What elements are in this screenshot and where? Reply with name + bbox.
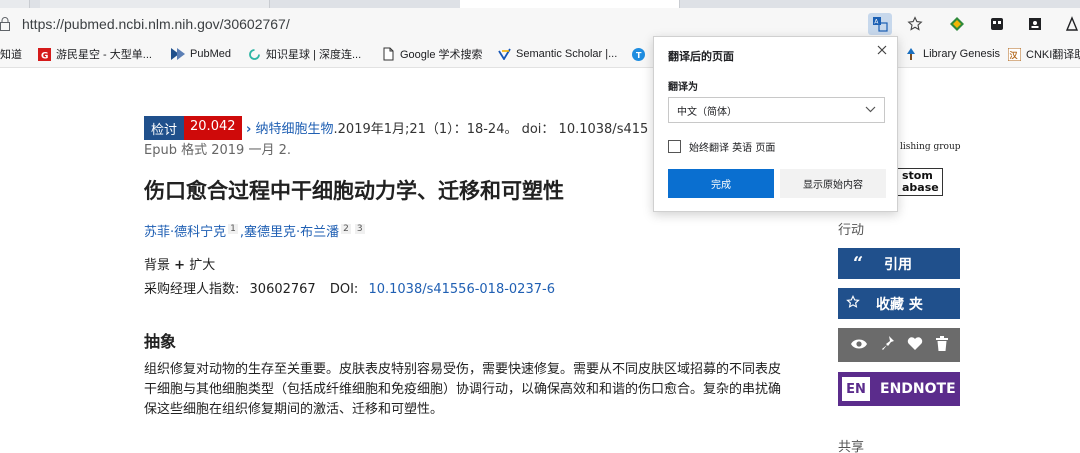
pmid-value: 30602767 xyxy=(249,282,316,297)
pubmed-icon xyxy=(171,47,185,61)
gamersky-icon: G xyxy=(37,47,51,61)
close-icon[interactable] xyxy=(875,42,889,56)
page-title: 伤口愈合过程中干细胞动力学、迁移和可塑性 xyxy=(144,178,564,203)
cnki-icon: 汉 xyxy=(1007,47,1021,61)
author-list: 苏菲·德科宁克 1 ,塞德里克·布兰潘 2 3 xyxy=(144,223,365,240)
eye-icon[interactable] xyxy=(850,336,868,355)
article-identifiers: 采购经理人指数: 30602767 DOI: 10.1038/s41556-01… xyxy=(144,278,555,297)
share-heading: 共享 xyxy=(838,440,865,453)
quote-icon: “ xyxy=(852,253,864,274)
publisher-logo[interactable]: lishing group xyxy=(900,142,961,152)
actions-heading: 行动 xyxy=(838,223,865,238)
url-text[interactable]: https://pubmed.ncbi.nlm.nih.gov/30602767… xyxy=(22,16,290,32)
svg-text:汉: 汉 xyxy=(1009,50,1018,60)
bookmarks-bar: 知道 G 游民星空 - 大型单... PubMed 知识星球 | 深度连... … xyxy=(0,40,1080,68)
browser-tab[interactable] xyxy=(40,0,270,8)
pmid-label: 采购经理人指数: xyxy=(144,282,240,297)
bookmark-item[interactable]: 知道 xyxy=(0,45,22,63)
done-button[interactable]: 完成 xyxy=(668,169,774,198)
semantic-scholar-icon xyxy=(497,47,511,61)
doi-label: DOI: xyxy=(329,282,359,297)
address-bar: https://pubmed.ncbi.nlm.nih.gov/30602767… xyxy=(0,8,1080,40)
bookmark-label: 知识星球 | 深度连... xyxy=(266,49,362,61)
heart-icon[interactable] xyxy=(907,336,923,355)
plus-icon: + xyxy=(174,258,186,273)
bookmark-item[interactable]: Semantic Scholar |... xyxy=(497,45,617,63)
bookmark-icon: T xyxy=(631,47,645,61)
citation-details: .2019年1月;21（1）：18-24。 doi： 10.1038/s415 xyxy=(333,122,649,137)
journal-badge[interactable]: 检讨 20.042 xyxy=(144,116,242,140)
popup-title: 翻译后的页面 xyxy=(668,50,734,63)
bookmark-label: CNKI翻译助 xyxy=(1026,49,1080,61)
cite-button[interactable]: “ 引用 xyxy=(838,248,960,279)
abstract-text: 组织修复对动物的生存至关重要。皮肤表皮特别容易受伤，需要快速修复。需要从不同皮肤… xyxy=(144,362,782,417)
star-icon[interactable] xyxy=(903,13,927,35)
show-original-button[interactable]: 显示原始内容 xyxy=(780,169,886,198)
affiliation-sup[interactable]: 2 xyxy=(341,223,351,234)
browser-tab[interactable] xyxy=(0,0,30,8)
collections-icon[interactable] xyxy=(985,13,1009,35)
bookmark-item[interactable]: PubMed xyxy=(171,45,231,63)
endnote-label: ENDNOTE xyxy=(880,381,956,397)
translate-icon[interactable]: A xyxy=(868,13,892,35)
bookmark-label: Semantic Scholar |... xyxy=(516,48,618,60)
extension-icon[interactable] xyxy=(945,13,969,35)
bookmark-label: PubMed xyxy=(190,48,231,60)
browser-tab-active[interactable] xyxy=(460,0,680,8)
always-translate-checkbox[interactable] xyxy=(668,140,681,153)
expand-text: 扩大 xyxy=(189,258,216,273)
trash-icon[interactable] xyxy=(935,335,948,355)
pin-icon[interactable] xyxy=(881,335,895,355)
profile-icon[interactable] xyxy=(1023,13,1047,35)
tools-bar xyxy=(838,328,960,362)
endnote-button[interactable]: EN ENDNOTE xyxy=(838,372,960,406)
citation-line: › 纳特细胞生物.2019年1月;21（1）：18-24。 doi： 10.10… xyxy=(246,118,648,137)
language-select[interactable]: 中文（简体） xyxy=(668,97,885,123)
bookmark-item[interactable]: 汉 CNKI翻译助 xyxy=(1007,45,1080,63)
expand-label: 背景 xyxy=(144,258,171,273)
chevron-right-icon[interactable]: › xyxy=(246,122,251,137)
translate-popup: 翻译后的页面 翻译为 中文（简体） 始终翻译 英语 页面 完成 显示原始内容 xyxy=(653,36,898,212)
doi-link[interactable]: 10.1038/s41556-018-0237-6 xyxy=(368,282,555,297)
abstract-heading: 抽象 xyxy=(144,332,177,351)
badge-review: 检讨 xyxy=(144,116,185,140)
author-link[interactable]: 塞德里克·布兰潘 xyxy=(244,225,339,240)
selected-language: 中文（简体） xyxy=(677,106,737,118)
bookmark-label: Library Genesis xyxy=(923,48,1001,60)
lock-icon[interactable] xyxy=(0,16,10,31)
bookmark-item[interactable]: G 游民星空 - 大型单... xyxy=(37,45,152,63)
translate-to-label: 翻译为 xyxy=(668,82,698,93)
bookmark-item[interactable]: 知识星球 | 深度连... xyxy=(247,45,361,63)
favorites-label: 收藏 夹 xyxy=(876,296,923,313)
affiliation-sup[interactable]: 3 xyxy=(354,223,365,234)
tab-strip xyxy=(0,0,1080,8)
badge-impact-factor: 20.042 xyxy=(184,116,242,140)
endnote-icon: EN xyxy=(842,377,870,401)
journal-link[interactable]: 纳特细胞生物 xyxy=(256,122,334,137)
cite-label: 引用 xyxy=(884,256,912,273)
star-outline-icon xyxy=(838,294,868,313)
epub-date: Epub 格式 2019 一月 2. xyxy=(144,143,291,158)
bookmark-label: Google 学术搜索 xyxy=(400,49,483,61)
expand-toggle[interactable]: 背景 + 扩大 xyxy=(144,254,215,273)
bookmark-label: 游民星空 - 大型单... xyxy=(56,49,152,61)
chevron-down-icon xyxy=(865,105,876,116)
svg-text:G: G xyxy=(41,51,48,61)
svg-text:T: T xyxy=(636,51,642,60)
bookmark-item[interactable]: T xyxy=(631,45,645,63)
page-icon xyxy=(381,47,395,61)
bookmark-label: 知道 xyxy=(0,49,22,61)
reading-icon[interactable] xyxy=(1060,13,1080,35)
affiliation-sup[interactable]: 1 xyxy=(228,223,238,234)
bookmark-item[interactable]: Library Genesis xyxy=(904,45,1000,63)
library-genesis-icon xyxy=(904,47,918,61)
knowledge-planet-icon xyxy=(247,47,261,61)
always-translate-label: 始终翻译 英语 页面 xyxy=(689,143,776,154)
always-translate-option[interactable]: 始终翻译 英语 页面 xyxy=(668,139,775,154)
author-link[interactable]: 苏菲·德科宁克 xyxy=(144,225,226,240)
custom-database-logo[interactable]: stom abase xyxy=(897,168,943,196)
bookmark-item[interactable]: Google 学术搜索 xyxy=(381,45,483,63)
favorites-button[interactable]: 收藏 夹 xyxy=(838,288,960,319)
